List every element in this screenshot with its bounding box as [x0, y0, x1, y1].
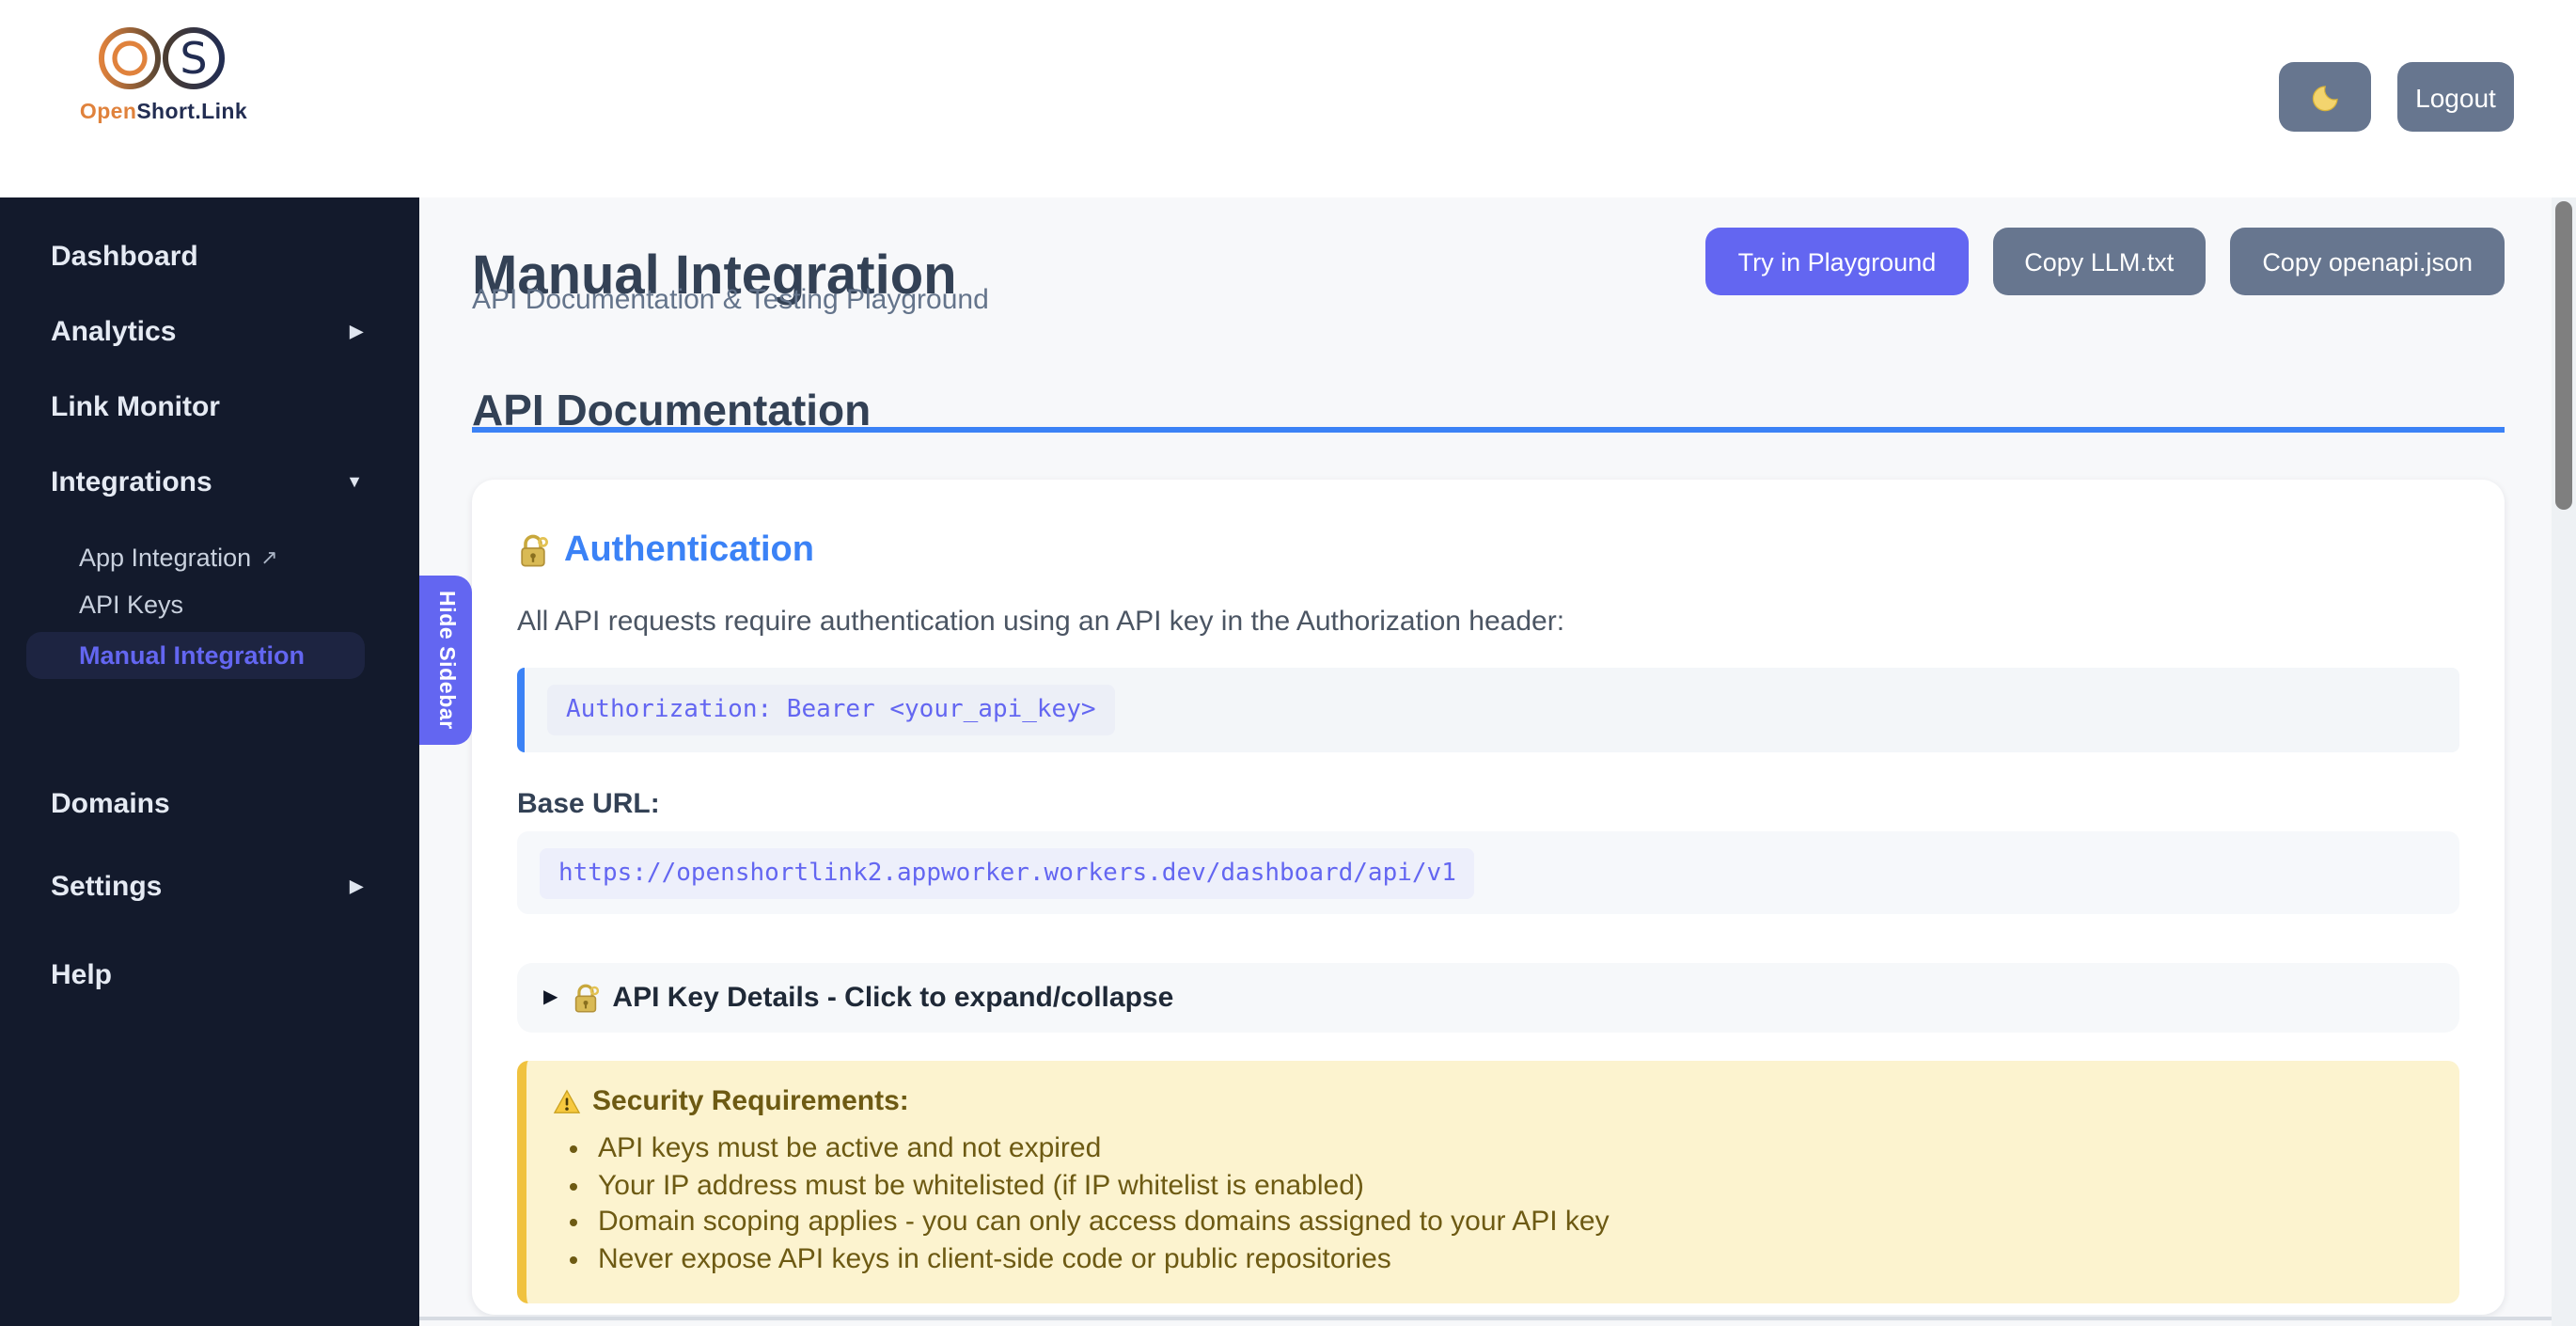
theme-toggle-button[interactable]	[2279, 62, 2371, 132]
brand-name: OpenShort.Link	[80, 102, 247, 124]
external-link-icon: ↗	[260, 545, 277, 570]
sidebar-item-manual-integration[interactable]: Manual Integration	[26, 632, 365, 679]
openshortlink-logo-icon: S	[94, 19, 233, 98]
page-subtitle: API Documentation & Testing Playground	[472, 284, 989, 316]
sidebar-item-domains[interactable]: Domains	[0, 766, 419, 841]
content-bottom-divider	[419, 1317, 2576, 1319]
sidebar-item-settings[interactable]: Settings ▶	[0, 848, 419, 923]
sidebar-item-integrations[interactable]: Integrations ▼	[0, 444, 419, 519]
moon-icon	[2310, 82, 2340, 112]
auth-header-code-block: Authorization: Bearer <your_api_key>	[517, 668, 2459, 752]
security-list-item: Your IP address must be whitelisted (if …	[598, 1167, 2429, 1204]
copy-openapi-json-button[interactable]: Copy openapi.json	[2230, 228, 2505, 295]
hide-sidebar-button[interactable]: Hide Sidebar	[419, 576, 472, 745]
scrollbar-thumb[interactable]	[2555, 201, 2572, 510]
warning-icon	[553, 1088, 581, 1114]
security-list-item: Never expose API keys in client-side cod…	[598, 1240, 2429, 1277]
main-content: Manual Integration API Documentation & T…	[419, 197, 2576, 1326]
sidebar-nav: Dashboard Analytics ▶ Link Monitor Integ…	[0, 197, 419, 1326]
authentication-heading: Authentication	[517, 530, 2459, 572]
integrations-submenu: App Integration ↗ API Keys Manual Integr…	[0, 534, 419, 679]
auth-description: All API requests require authentication …	[517, 606, 2459, 638]
base-url-label: Base URL:	[517, 788, 2459, 820]
top-header: S OpenShort.Link Logout	[0, 0, 2576, 197]
api-key-details-label: API Key Details - Click to expand/collap…	[612, 982, 1173, 1014]
sidebar-item-analytics[interactable]: Analytics ▶	[0, 293, 419, 369]
security-list-item: Domain scoping applies - you can only ac…	[598, 1204, 2429, 1240]
sidebar-item-app-integration[interactable]: App Integration ↗	[0, 534, 419, 581]
sidebar-item-dashboard[interactable]: Dashboard	[0, 218, 419, 293]
app-window: S OpenShort.Link Logout Dashboard Analyt…	[0, 0, 2576, 1326]
page-actions: Try in Playground Copy LLM.txt Copy open…	[1706, 228, 2505, 295]
auth-header-code: Authorization: Bearer <your_api_key>	[547, 685, 1115, 735]
security-requirements-title: Security Requirements:	[553, 1085, 2429, 1117]
brand-logo[interactable]: S OpenShort.Link	[79, 19, 248, 124]
svg-text:S: S	[180, 33, 207, 84]
lock-with-key-icon	[517, 534, 549, 568]
copy-llm-txt-button[interactable]: Copy LLM.txt	[1992, 228, 2206, 295]
security-list: API keys must be active and not expiredY…	[553, 1130, 2429, 1277]
base-url-code: https://openshortlink2.appworker.workers…	[540, 847, 1475, 898]
lock-with-key-icon	[571, 983, 599, 1013]
api-key-details-toggle[interactable]: ▶ API Key Details - Click to expand/coll…	[517, 963, 2459, 1033]
security-list-item: API keys must be active and not expired	[598, 1130, 2429, 1167]
logout-button[interactable]: Logout	[2397, 62, 2514, 132]
security-requirements-callout: Security Requirements: API keys must be …	[517, 1061, 2459, 1303]
chevron-right-icon: ▶	[350, 321, 363, 341]
try-in-playground-button[interactable]: Try in Playground	[1706, 228, 1969, 295]
topbar-actions: Logout	[2279, 62, 2514, 132]
disclosure-triangle-icon: ▶	[543, 987, 558, 1008]
sidebar-item-link-monitor[interactable]: Link Monitor	[0, 369, 419, 444]
authentication-card: Authentication All API requests require …	[472, 480, 2505, 1315]
scrollbar-track	[2552, 197, 2576, 1326]
sidebar-item-api-keys[interactable]: API Keys	[0, 581, 419, 628]
sidebar-item-help[interactable]: Help	[0, 937, 419, 1012]
chevron-right-icon: ▶	[350, 876, 363, 896]
chevron-down-icon: ▼	[346, 472, 363, 491]
section-underline	[472, 427, 2505, 432]
base-url-code-block: https://openshortlink2.appworker.workers…	[517, 831, 2459, 914]
